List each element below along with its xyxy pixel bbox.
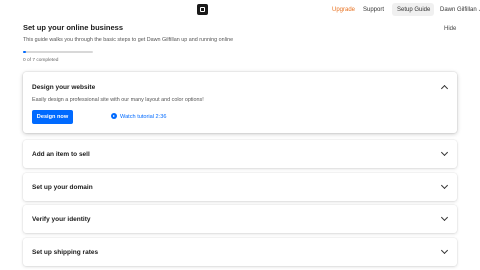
chevron-down-icon[interactable] — [440, 213, 449, 222]
chevron-down-icon[interactable] — [440, 181, 449, 190]
guide-subtitle: This guide walks you through the basic s… — [23, 37, 234, 43]
step-card-verify-identity[interactable]: Verify your identity — [23, 205, 457, 233]
setup-guide-link[interactable]: Setup Guide — [397, 6, 430, 14]
watch-tutorial-link[interactable]: Watch tutorial 2:36 — [111, 113, 166, 121]
design-now-button[interactable]: Design now — [32, 110, 73, 124]
watch-tutorial-label: Watch tutorial 2:36 — [120, 114, 167, 120]
step-description: Easily design a professional site with o… — [32, 97, 204, 103]
user-menu[interactable]: Dawn Gilfillan⌄ — [440, 6, 480, 14]
square-logo-icon[interactable] — [197, 4, 208, 15]
support-link[interactable]: Support — [363, 6, 384, 14]
step-title: Set up your domain — [32, 184, 93, 191]
step-card-shipping-rates[interactable]: Set up shipping rates — [23, 238, 457, 266]
step-card-add-item[interactable]: Add an item to sell — [23, 140, 457, 168]
step-card-design-website: Design your website Easily design a prof… — [23, 72, 457, 133]
user-name: Dawn Gilfillan — [440, 7, 477, 13]
chevron-down-icon[interactable] — [440, 148, 449, 157]
top-navigation-bar: Upgrade Support Setup Guide Dawn Gilfill… — [0, 0, 480, 20]
upgrade-link[interactable]: Upgrade — [332, 6, 355, 14]
chevron-down-icon[interactable] — [440, 246, 449, 255]
play-icon — [111, 113, 117, 119]
progress-bar-fill — [23, 51, 26, 53]
step-title: Design your website — [32, 84, 96, 91]
step-title: Verify your identity — [32, 216, 91, 223]
guide-title: Set up your online business — [23, 23, 124, 32]
step-title: Add an item to sell — [32, 151, 90, 158]
progress-count: 0 of 7 completed — [23, 58, 59, 63]
step-title: Set up shipping rates — [32, 249, 99, 256]
step-card-domain[interactable]: Set up your domain — [23, 173, 457, 201]
progress-bar — [23, 51, 93, 53]
chevron-up-icon[interactable] — [440, 84, 449, 93]
hide-guide-link[interactable]: Hide — [444, 25, 456, 33]
